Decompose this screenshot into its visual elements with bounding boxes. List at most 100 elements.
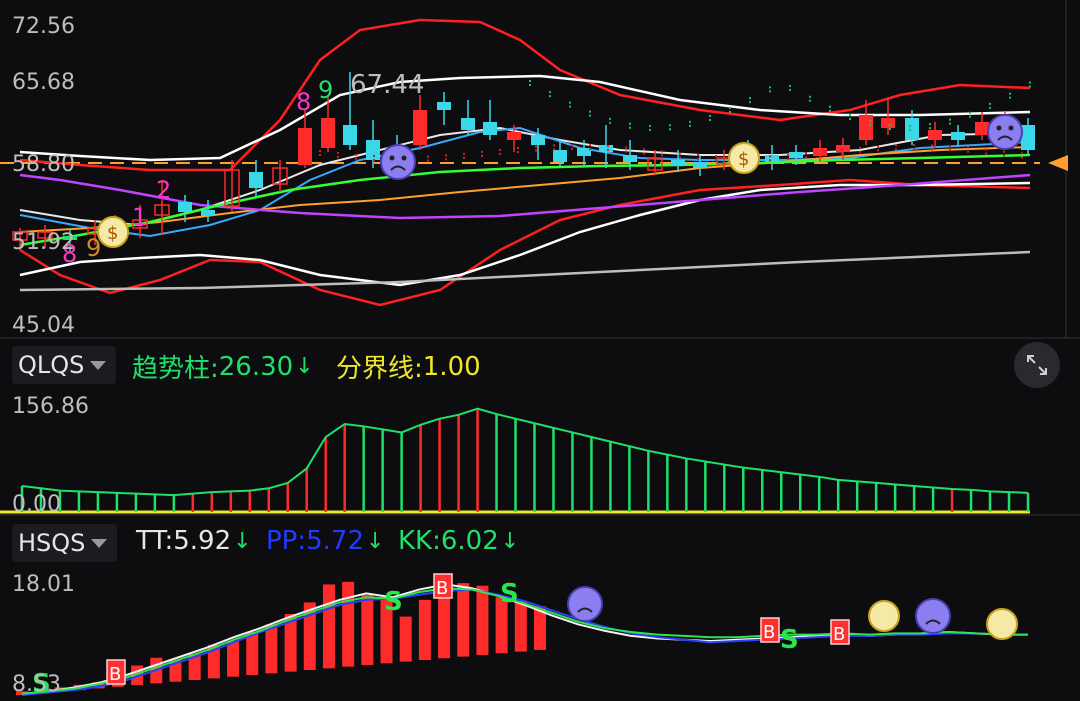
y-label-top: 72.56 (12, 14, 75, 39)
svg-text:$: $ (107, 223, 118, 244)
seq-mark: 9 (318, 76, 333, 104)
candle-body (201, 210, 215, 216)
candle-body (483, 122, 497, 135)
money-bag-icon: $ (97, 216, 129, 248)
hsqs-bar (342, 581, 355, 667)
money-bag-icon (868, 600, 900, 632)
candle-body (671, 160, 685, 165)
expand-icon (1027, 355, 1047, 375)
candle-body (623, 155, 637, 162)
trend-value: 26.30 (218, 351, 294, 382)
seq-mark: 2 (156, 176, 171, 204)
hsqs-selector[interactable]: HSQS (12, 524, 118, 562)
qlqs-indicator-boundary: 分界线: 1.00 (336, 348, 481, 385)
white-ma-line (19, 126, 1031, 227)
money-bag-icon: $ (728, 142, 760, 174)
main-chart-svg[interactable]: 8 9218 9$$ (0, 0, 1080, 340)
sell-marker: S (500, 579, 519, 609)
pp-value: 5.72 (306, 526, 365, 556)
buy-marker-label: B (109, 664, 121, 685)
pp-down-arrow-icon: ↓ (366, 528, 385, 554)
hsqs-selector-label: HSQS (18, 529, 86, 557)
buy-marker-label: B (436, 578, 448, 599)
candle-body (905, 118, 919, 140)
trend-outline (21, 407, 1029, 497)
qlqs-chart-svg[interactable] (0, 390, 1080, 516)
boundary-label: 分界线: (336, 354, 423, 384)
qlqs-toolbar: QLQS 趋势柱: 26.30 ↓ 分界线: 1.00 (0, 340, 1080, 390)
hsqs-bar (361, 594, 374, 665)
hsqs-bar (399, 616, 412, 662)
hsqs-bar (227, 641, 240, 677)
candle-body (553, 150, 567, 162)
buy-marker-label: B (763, 622, 775, 643)
sell-marker: S (384, 587, 403, 617)
caret-down-icon (90, 360, 107, 370)
kk-indicator: KK: 6.02 ↓ (398, 526, 519, 556)
trend-down-arrow-icon: ↓ (295, 354, 314, 379)
candle-body (507, 132, 521, 140)
candle-body (321, 118, 335, 148)
price-tag: 67.44 (350, 70, 425, 100)
candle-body (928, 130, 942, 140)
candle-body (1021, 125, 1035, 150)
hsqs-y-top: 18.01 (12, 572, 75, 597)
caret-down-icon (91, 538, 108, 548)
qlqs-selector-label: QLQS (18, 351, 85, 379)
y-label-3: 58.80 (12, 152, 75, 177)
candle-body (881, 118, 895, 128)
candle-body (249, 172, 263, 188)
main-chart-panel[interactable]: 8 9 2 1 8 9 $ $ 72.56 65.68 58.80 51.92 45.04 6… (0, 0, 1080, 340)
candle-body (461, 118, 475, 130)
gray-long-ma-line (19, 250, 1031, 292)
hsqs-panel[interactable]: SBSBSSBB 18.01 8.53 (0, 568, 1080, 701)
kk-value: 6.02 (440, 526, 499, 556)
candle-body (836, 145, 850, 152)
candle-body (531, 135, 545, 145)
candle-body (577, 148, 591, 156)
hsqs-bar (418, 599, 431, 660)
candle-body (789, 152, 803, 158)
y-label-4: 51.92 (12, 230, 75, 255)
price-pointer-icon (1048, 154, 1068, 171)
candle-body (437, 102, 451, 110)
kk-label: KK: (398, 526, 441, 556)
kk-down-arrow-icon: ↓ (500, 528, 520, 554)
tt-value: 5.92 (173, 526, 232, 556)
money-bag-icon (986, 608, 1018, 640)
sad-face-icon (380, 144, 416, 180)
sad-face-icon (567, 586, 603, 622)
tt-indicator: TT: 5.92 ↓ (136, 526, 252, 556)
hsqs-y-bottom: 8.53 (12, 672, 61, 697)
candle-body (859, 115, 873, 140)
candle-body (599, 145, 613, 152)
candle-body (765, 155, 779, 162)
candle-body (178, 202, 192, 212)
candle-body (298, 128, 312, 165)
qlqs-y-top: 156.86 (12, 394, 89, 419)
qlqs-y-bottom: 0.00 (12, 492, 61, 517)
hsqs-toolbar: HSQS TT: 5.92 ↓ PP: 5.72 ↓ KK: 6.02 ↓ (0, 518, 1080, 568)
sad-face-icon (915, 598, 951, 634)
hsqs-bar (457, 583, 470, 657)
candle-body (413, 110, 427, 145)
candle-body (975, 122, 989, 135)
trend-label: 趋势柱: (132, 354, 219, 384)
svg-text:$: $ (738, 149, 749, 170)
candle-body (951, 132, 965, 140)
y-label-bottom: 45.04 (12, 313, 75, 338)
hsqs-bar (476, 585, 489, 655)
tt-down-arrow-icon: ↓ (233, 528, 252, 554)
candle-body (693, 162, 707, 168)
pp-indicator: PP: 5.72 ↓ (266, 526, 384, 556)
seq-mark: 1 (132, 203, 147, 231)
hsqs-bar (265, 624, 278, 674)
seq-mark: 8 (296, 88, 311, 116)
hsqs-chart-svg[interactable]: S BS B SSB B (0, 568, 1080, 701)
qlqs-selector[interactable]: QLQS (12, 346, 117, 384)
qlqs-indicator-trend: 趋势柱: 26.30 ↓ (132, 348, 314, 385)
qlqs-panel[interactable]: 156.86 0.00 (0, 390, 1080, 517)
y-label-2: 65.68 (12, 70, 75, 95)
expand-button[interactable] (1014, 342, 1060, 388)
hsqs-bar (322, 584, 335, 669)
